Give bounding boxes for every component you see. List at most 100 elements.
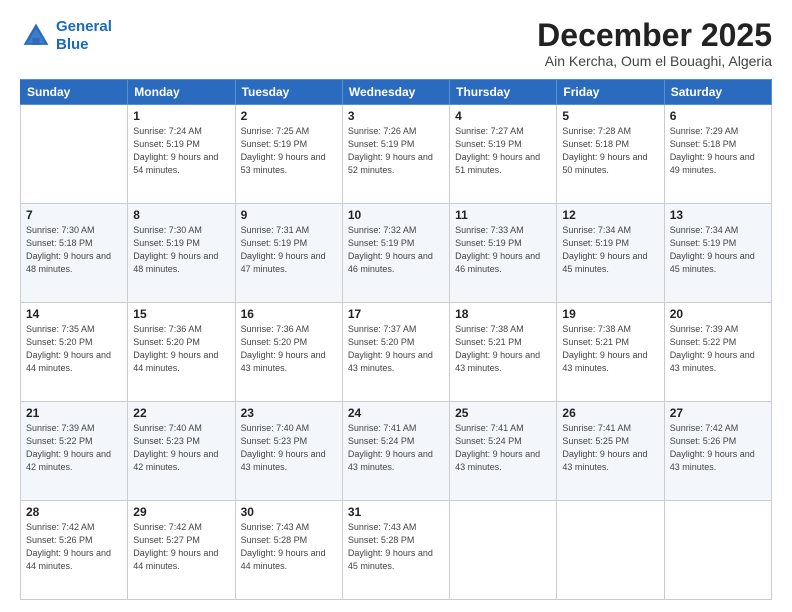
calendar-week-4: 28Sunrise: 7:42 AMSunset: 5:26 PMDayligh…	[21, 501, 772, 600]
calendar-cell: 13Sunrise: 7:34 AMSunset: 5:19 PMDayligh…	[664, 204, 771, 303]
day-number: 8	[133, 208, 229, 222]
calendar-cell: 11Sunrise: 7:33 AMSunset: 5:19 PMDayligh…	[450, 204, 557, 303]
day-info: Sunrise: 7:24 AMSunset: 5:19 PMDaylight:…	[133, 125, 229, 177]
calendar-cell: 21 Sunrise: 7:39 AMSunset: 5:22 PMDayligh…	[21, 402, 128, 501]
logo: General Blue	[20, 18, 112, 54]
calendar-cell: 6 Sunrise: 7:29 AMSunset: 5:18 PMDaylight…	[664, 105, 771, 204]
month-title: December 2025	[537, 18, 772, 53]
header: General Blue December 2025 Ain Kercha, O…	[20, 18, 772, 69]
day-number: 17	[348, 307, 444, 321]
day-info: Sunrise: 7:42 AMSunset: 5:26 PMDaylight:…	[26, 521, 122, 573]
day-info: Sunrise: 7:40 AMSunset: 5:23 PMDaylight:…	[241, 422, 337, 474]
day-number: 27	[670, 406, 766, 420]
weekday-header-friday: Friday	[557, 80, 664, 105]
calendar-cell: 5 Sunrise: 7:28 AMSunset: 5:18 PMDaylight…	[557, 105, 664, 204]
day-number: 23	[241, 406, 337, 420]
day-number: 2	[241, 109, 337, 123]
calendar-cell: 2 Sunrise: 7:25 AMSunset: 5:19 PMDaylight…	[235, 105, 342, 204]
day-info: Sunrise: 7:32 AMSunset: 5:19 PMDaylight:…	[348, 224, 444, 276]
day-number: 9	[241, 208, 337, 222]
calendar-cell: 18 Sunrise: 7:38 AMSunset: 5:21 PMDayligh…	[450, 303, 557, 402]
day-info: Sunrise: 7:27 AMSunset: 5:19 PMDaylight:…	[455, 125, 551, 177]
day-number: 6	[670, 109, 766, 123]
calendar-cell: 14 Sunrise: 7:35 AMSunset: 5:20 PMDayligh…	[21, 303, 128, 402]
day-number: 13	[670, 208, 766, 222]
calendar-cell: 28Sunrise: 7:42 AMSunset: 5:26 PMDayligh…	[21, 501, 128, 600]
calendar-cell: 29Sunrise: 7:42 AMSunset: 5:27 PMDayligh…	[128, 501, 235, 600]
day-number: 7	[26, 208, 122, 222]
day-number: 25	[455, 406, 551, 420]
calendar-cell: 1Sunrise: 7:24 AMSunset: 5:19 PMDaylight…	[128, 105, 235, 204]
logo-text: General Blue	[56, 18, 112, 54]
day-number: 14	[26, 307, 122, 321]
day-info: Sunrise: 7:38 AMSunset: 5:21 PMDaylight:…	[562, 323, 658, 375]
weekday-header-saturday: Saturday	[664, 80, 771, 105]
calendar-cell	[450, 501, 557, 600]
logo-line1: General	[56, 18, 112, 35]
calendar-table: SundayMondayTuesdayWednesdayThursdayFrid…	[20, 79, 772, 600]
day-number: 24	[348, 406, 444, 420]
calendar-cell: 8Sunrise: 7:30 AMSunset: 5:19 PMDaylight…	[128, 204, 235, 303]
day-number: 30	[241, 505, 337, 519]
calendar-week-2: 14 Sunrise: 7:35 AMSunset: 5:20 PMDayligh…	[21, 303, 772, 402]
calendar-week-1: 7 Sunrise: 7:30 AMSunset: 5:18 PMDaylight…	[21, 204, 772, 303]
logo-icon	[20, 20, 52, 52]
calendar-cell: 7 Sunrise: 7:30 AMSunset: 5:18 PMDaylight…	[21, 204, 128, 303]
calendar-cell: 12Sunrise: 7:34 AMSunset: 5:19 PMDayligh…	[557, 204, 664, 303]
weekday-header-tuesday: Tuesday	[235, 80, 342, 105]
day-info: Sunrise: 7:29 AMSunset: 5:18 PMDaylight:…	[670, 125, 766, 177]
calendar-cell: 20Sunrise: 7:39 AMSunset: 5:22 PMDayligh…	[664, 303, 771, 402]
day-number: 19	[562, 307, 658, 321]
day-number: 21	[26, 406, 122, 420]
day-number: 20	[670, 307, 766, 321]
day-number: 26	[562, 406, 658, 420]
day-number: 29	[133, 505, 229, 519]
day-number: 22	[133, 406, 229, 420]
day-info: Sunrise: 7:30 AMSunset: 5:18 PMDaylight:…	[26, 224, 122, 276]
calendar-cell	[664, 501, 771, 600]
calendar-cell: 15 Sunrise: 7:36 AMSunset: 5:20 PMDayligh…	[128, 303, 235, 402]
weekday-header-monday: Monday	[128, 80, 235, 105]
day-info: Sunrise: 7:36 AMSunset: 5:20 PMDaylight:…	[133, 323, 229, 375]
title-block: December 2025 Ain Kercha, Oum el Bouaghi…	[537, 18, 772, 69]
calendar-header-row: SundayMondayTuesdayWednesdayThursdayFrid…	[21, 80, 772, 105]
logo-line2: Blue	[56, 36, 89, 53]
day-number: 12	[562, 208, 658, 222]
calendar-cell: 25Sunrise: 7:41 AMSunset: 5:24 PMDayligh…	[450, 402, 557, 501]
day-number: 15	[133, 307, 229, 321]
day-info: Sunrise: 7:42 AMSunset: 5:26 PMDaylight:…	[670, 422, 766, 474]
calendar-week-0: 1Sunrise: 7:24 AMSunset: 5:19 PMDaylight…	[21, 105, 772, 204]
calendar-cell: 4 Sunrise: 7:27 AMSunset: 5:19 PMDaylight…	[450, 105, 557, 204]
weekday-header-sunday: Sunday	[21, 80, 128, 105]
day-info: Sunrise: 7:36 AMSunset: 5:20 PMDaylight:…	[241, 323, 337, 375]
calendar-cell: 19 Sunrise: 7:38 AMSunset: 5:21 PMDayligh…	[557, 303, 664, 402]
day-info: Sunrise: 7:35 AMSunset: 5:20 PMDaylight:…	[26, 323, 122, 375]
calendar-cell: 10 Sunrise: 7:32 AMSunset: 5:19 PMDayligh…	[342, 204, 449, 303]
calendar-cell: 23 Sunrise: 7:40 AMSunset: 5:23 PMDayligh…	[235, 402, 342, 501]
day-info: Sunrise: 7:43 AMSunset: 5:28 PMDaylight:…	[241, 521, 337, 573]
weekday-header-thursday: Thursday	[450, 80, 557, 105]
day-info: Sunrise: 7:39 AMSunset: 5:22 PMDaylight:…	[26, 422, 122, 474]
day-number: 18	[455, 307, 551, 321]
day-info: Sunrise: 7:26 AMSunset: 5:19 PMDaylight:…	[348, 125, 444, 177]
day-info: Sunrise: 7:31 AMSunset: 5:19 PMDaylight:…	[241, 224, 337, 276]
weekday-header-wednesday: Wednesday	[342, 80, 449, 105]
day-info: Sunrise: 7:25 AMSunset: 5:19 PMDaylight:…	[241, 125, 337, 177]
location: Ain Kercha, Oum el Bouaghi, Algeria	[537, 53, 772, 69]
calendar-cell: 9 Sunrise: 7:31 AMSunset: 5:19 PMDaylight…	[235, 204, 342, 303]
calendar-cell: 22Sunrise: 7:40 AMSunset: 5:23 PMDayligh…	[128, 402, 235, 501]
day-info: Sunrise: 7:41 AMSunset: 5:25 PMDaylight:…	[562, 422, 658, 474]
day-info: Sunrise: 7:28 AMSunset: 5:18 PMDaylight:…	[562, 125, 658, 177]
calendar-week-3: 21 Sunrise: 7:39 AMSunset: 5:22 PMDayligh…	[21, 402, 772, 501]
calendar-cell: 27 Sunrise: 7:42 AMSunset: 5:26 PMDayligh…	[664, 402, 771, 501]
calendar-cell: 16Sunrise: 7:36 AMSunset: 5:20 PMDayligh…	[235, 303, 342, 402]
day-number: 31	[348, 505, 444, 519]
day-info: Sunrise: 7:43 AMSunset: 5:28 PMDaylight:…	[348, 521, 444, 573]
day-number: 10	[348, 208, 444, 222]
calendar-cell	[21, 105, 128, 204]
day-info: Sunrise: 7:38 AMSunset: 5:21 PMDaylight:…	[455, 323, 551, 375]
day-number: 4	[455, 109, 551, 123]
calendar-cell: 30 Sunrise: 7:43 AMSunset: 5:28 PMDayligh…	[235, 501, 342, 600]
day-number: 5	[562, 109, 658, 123]
day-info: Sunrise: 7:37 AMSunset: 5:20 PMDaylight:…	[348, 323, 444, 375]
